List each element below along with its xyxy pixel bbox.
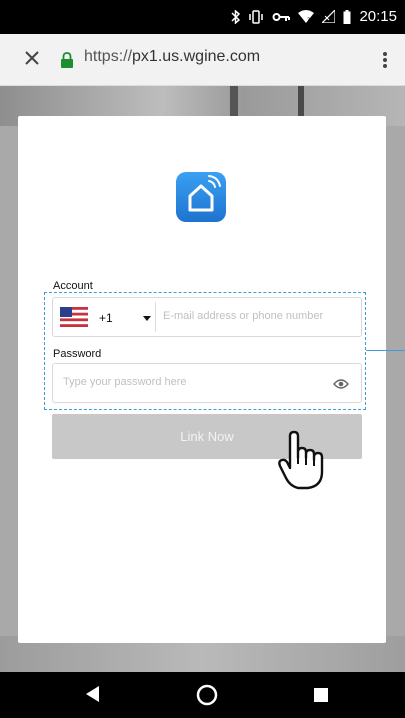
wifi-icon: ?: [298, 10, 315, 23]
signal-icon: [322, 10, 336, 23]
background-shape: [298, 86, 304, 118]
url-scheme: https://: [84, 48, 133, 65]
system-nav-bar: [0, 672, 405, 718]
house-icon: [188, 175, 221, 212]
callout-line: [366, 350, 405, 351]
field-divider: [155, 302, 156, 332]
password-field: [52, 363, 362, 403]
vibrate-icon: [249, 9, 264, 24]
back-icon[interactable]: [86, 686, 100, 702]
lock-icon: [61, 52, 73, 68]
status-bar: ? 20:15: [0, 0, 405, 34]
password-label: Password: [53, 348, 102, 360]
recents-icon[interactable]: [314, 688, 328, 702]
url-text[interactable]: https://px1.us.wgine.com: [84, 48, 260, 66]
bluetooth-icon: [231, 9, 241, 24]
account-label: Account: [53, 280, 93, 292]
eye-icon[interactable]: [333, 378, 349, 390]
background-shape: [230, 86, 238, 118]
country-code[interactable]: +1: [99, 311, 113, 325]
status-icons: ? 20:15: [231, 8, 397, 25]
clock: 20:15: [359, 8, 397, 25]
us-flag-icon[interactable]: [60, 307, 88, 327]
smart-home-icon: [176, 172, 226, 222]
vpn-key-icon: [272, 12, 291, 21]
battery-icon: [343, 9, 351, 24]
account-input[interactable]: [163, 310, 353, 322]
account-field: +1: [52, 297, 362, 337]
hand-pointer-icon: [278, 430, 324, 490]
browser-toolbar: https://px1.us.wgine.com: [0, 34, 405, 86]
url-host: px1.us.wgine.com: [132, 48, 261, 65]
chevron-down-icon[interactable]: [143, 316, 151, 321]
home-icon[interactable]: [196, 684, 218, 706]
overflow-menu-icon[interactable]: [377, 46, 393, 74]
close-icon[interactable]: [20, 46, 44, 70]
svg-text:?: ?: [307, 17, 310, 23]
password-input[interactable]: [63, 376, 323, 388]
